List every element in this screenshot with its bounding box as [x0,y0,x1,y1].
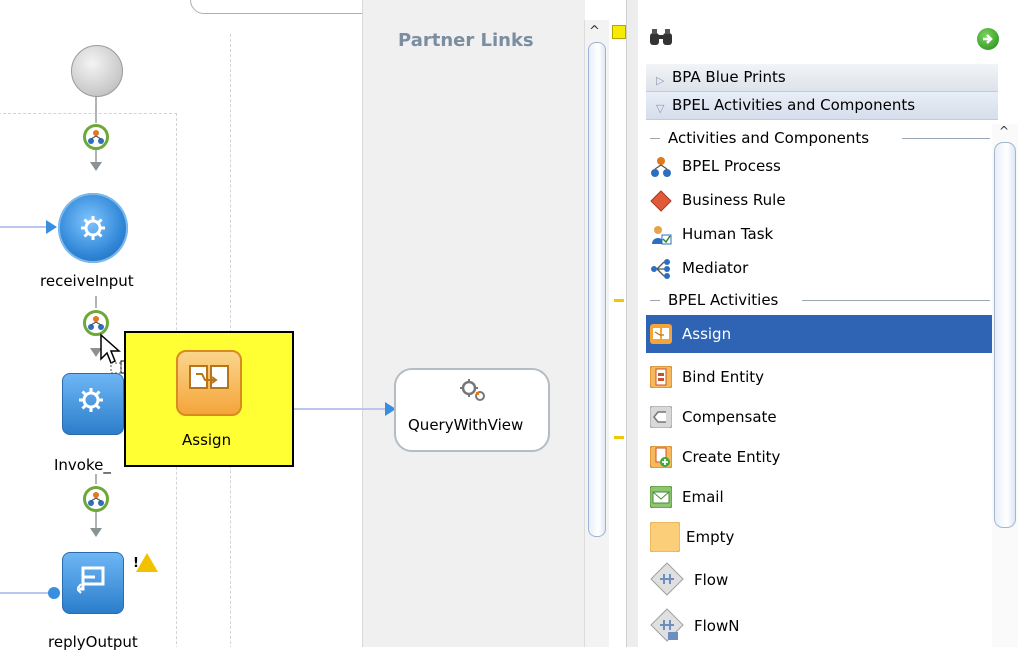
palette-item-label: BPEL Process [682,157,781,175]
palette-item-label: Create Entity [682,448,781,466]
collapse-triangle-icon: ▽ [656,102,665,115]
expand-triangle-icon: ▷ [656,74,665,87]
compensate-icon [650,406,672,428]
group-divider [650,300,660,301]
palette-item-assign[interactable]: Assign [646,315,992,353]
group-label: Activities and Components [668,129,870,147]
scroll-up-icon[interactable]: ^ [589,24,600,39]
group-divider [902,138,990,139]
flow-connector [95,474,97,484]
palette-item-label: Email [682,488,724,506]
palette-item-label: Flow [694,571,729,589]
palette-item-empty[interactable]: Empty [646,518,992,556]
palette-search-input[interactable] [680,20,974,56]
partner-link-line [0,226,48,228]
category-label: BPEL Activities and Components [672,96,916,114]
category-bpel-activities-components[interactable]: ▽ BPEL Activities and Components [646,92,998,120]
service-gear-icon [460,379,485,401]
human-task-icon [652,226,672,245]
overview-marker [614,299,624,302]
empty-icon [650,522,680,552]
partner-link-line [294,408,386,410]
receive-activity-node[interactable] [58,193,128,263]
flow-connector [95,95,97,123]
process-start-node[interactable] [71,45,123,97]
bind-entity-icon [650,366,672,388]
group-label: BPEL Activities [668,291,779,309]
partner-links-title: Partner Links [398,30,534,51]
palette-item-label: Mediator [682,259,749,277]
canvas-scrollbar-thumb[interactable] [588,42,606,537]
gear-icon [81,216,105,240]
invoke-node-label: Invoke_ [54,456,111,474]
querywithview-label: QueryWithView [408,416,524,434]
flow-connector [95,296,97,308]
flow-arrow [90,162,102,171]
flown-icon [650,608,684,642]
reply-icon [77,566,105,594]
partner-link-arrow [46,220,57,234]
palette-item-label: Bind Entity [682,368,765,386]
search-go-button[interactable] [977,28,999,50]
partner-link-querywithview[interactable]: QueryWithView [394,368,550,452]
group-divider [802,300,990,301]
assign-icon [650,324,672,344]
palette-item-label: Empty [686,528,735,546]
palette-item-bpel-process[interactable]: BPEL Process [646,150,992,184]
warning-icon: ! [133,553,158,572]
assign-icon [176,350,242,416]
palette-item-flown[interactable]: FlowN [646,606,992,646]
mediator-icon [651,259,670,279]
palette-item-flow[interactable]: Flow [646,560,992,600]
drop-point-icon[interactable] [83,124,109,150]
receive-node-label: receiveInput [40,272,134,290]
palette-item-create-entity[interactable]: Create Entity [646,438,992,476]
palette-item-label: FlowN [694,617,740,635]
flow-connector [95,512,97,528]
bpel-process-icon [651,157,671,177]
palette-item-mediator[interactable]: Mediator [646,252,992,286]
canvas-vertical-scrollbar[interactable] [584,20,609,647]
drop-point-icon[interactable] [83,486,109,512]
create-entity-icon [650,446,672,468]
palette-scrollbar-thumb[interactable] [994,142,1016,528]
business-rule-icon [650,190,672,212]
category-bpa-blue-prints[interactable]: ▷ BPA Blue Prints [646,64,998,92]
flow-arrow [90,528,102,537]
partner-link-line [0,592,50,594]
scroll-up-icon[interactable]: ^ [999,124,1009,138]
binoculars-icon [648,27,674,51]
palette-item-compensate[interactable]: Compensate [646,398,992,436]
invoke-activity-node[interactable] [62,373,124,435]
palette-item-label: Business Rule [682,191,786,209]
palette-item-label: Human Task [682,225,774,243]
group-divider [650,138,660,139]
palette-item-email[interactable]: Email [646,478,992,516]
palette-item-bind-entity[interactable]: Bind Entity [646,358,992,396]
email-icon [650,486,672,508]
flow-connector [95,150,97,162]
palette-item-label: Assign [682,325,732,343]
drag-preview-assign: Assign [124,331,294,467]
partner-link-endpoint [48,587,60,599]
gear-icon [79,388,103,412]
category-label: BPA Blue Prints [672,68,786,86]
reply-activity-node[interactable] [62,552,124,614]
drag-preview-label: Assign [182,431,232,449]
overview-marker [614,436,624,439]
palette-item-label: Compensate [682,408,777,426]
partner-links-lane [362,0,585,647]
arrow-right-icon [983,34,993,44]
flow-icon [650,562,684,596]
overview-marker-square [612,25,626,39]
palette-item-human-task[interactable]: Human Task [646,218,992,252]
reply-node-label: replyOutput [48,633,138,651]
palette-item-business-rule[interactable]: Business Rule [646,184,992,218]
